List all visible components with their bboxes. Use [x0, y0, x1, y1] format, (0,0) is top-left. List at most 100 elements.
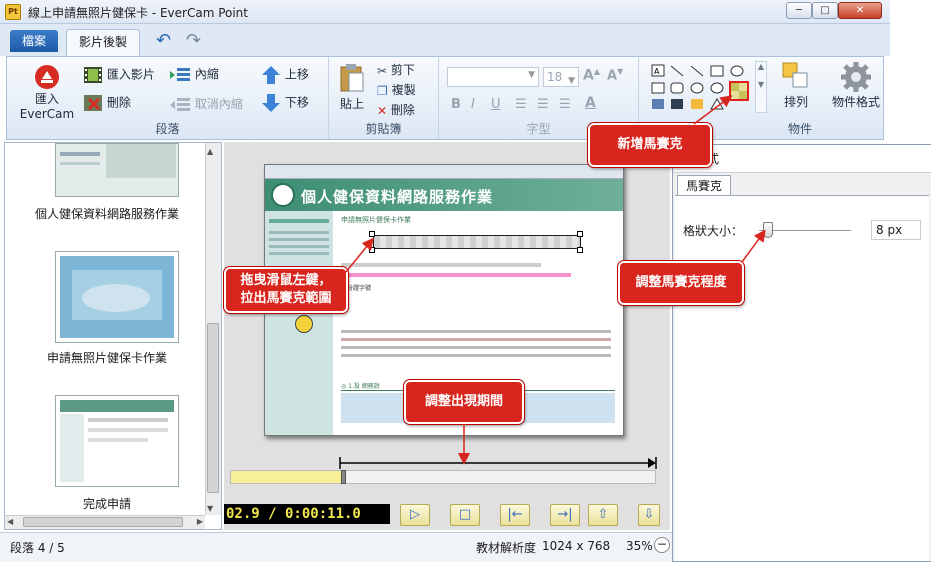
grow-font-icon[interactable]: A▲ [583, 67, 600, 84]
scroll-thumb[interactable] [207, 323, 219, 493]
callout-drag-mouse-line1: 拖曳滑鼠左鍵， [240, 273, 332, 288]
italic-button[interactable]: I [471, 97, 475, 112]
segment-indicator: 段落 4 / 5 [10, 541, 65, 555]
indent-button[interactable]: 內縮 [169, 65, 219, 83]
underline-button[interactable]: U [491, 97, 501, 112]
list-item-thumbnail[interactable] [55, 395, 179, 487]
delete-x-icon: ✕ [377, 103, 388, 118]
timeline-playhead[interactable] [341, 470, 346, 484]
status-bar: 段落 4 / 5 教材解析度 1024 x 768 35% − [0, 532, 672, 562]
indent-label: 內縮 [194, 67, 219, 81]
resize-handle[interactable] [369, 247, 375, 253]
scroll-left-icon[interactable]: ◀ [7, 517, 13, 526]
font-size-chevron-icon: ▼ [568, 76, 575, 86]
thumbnail-vertical-scrollbar[interactable]: ▲ ▼ [205, 143, 221, 515]
play-icon: ▷ [410, 507, 420, 522]
hscroll-thumb[interactable] [23, 517, 183, 527]
slide-text-block [341, 325, 611, 375]
tab-file[interactable]: 檔案 [10, 30, 58, 52]
mosaic-tool-button[interactable] [729, 81, 749, 101]
object-format-button[interactable]: 物件格式 [831, 61, 881, 110]
align-right-icon[interactable]: ☰ [559, 97, 571, 112]
window-title: 線上申請無照片健保卡 - EverCam Point [28, 6, 248, 20]
gear-icon [841, 62, 871, 92]
list-item-thumbnail[interactable] [55, 251, 179, 343]
callout-drag-mouse: 拖曳滑鼠左鍵， 拉出馬賽克範圍 [224, 267, 348, 313]
slide-heading: 個人健保資料網路服務作業 [301, 188, 494, 206]
stop-icon: □ [458, 507, 472, 522]
resize-handle[interactable] [369, 231, 375, 237]
clipboard-delete-button[interactable]: ✕ 刪除 [377, 101, 415, 118]
minimize-button[interactable]: ─ [786, 2, 812, 19]
import-evercam-button[interactable]: 匯入 EverCam [19, 63, 75, 121]
delete-film-icon [84, 95, 102, 111]
import-video-button[interactable]: 匯入影片 [83, 65, 155, 85]
undo-icon[interactable]: ↶ [156, 30, 171, 51]
move-down-control[interactable]: ⇩ [638, 504, 660, 526]
tab-mosaic[interactable]: 馬賽克 [677, 175, 731, 196]
list-item-label[interactable]: 申請無照片健保卡作業 [5, 349, 209, 366]
list-item-label[interactable]: 個人健保資料網路服務作業 [5, 205, 209, 222]
delete-paragraph-label: 刪除 [106, 95, 131, 110]
close-button[interactable]: ✕ [838, 2, 882, 19]
import-evercam-label2: EverCam [19, 107, 75, 121]
shape-size-value-field[interactable]: 8 px [871, 220, 921, 240]
play-button[interactable]: ▷ [400, 504, 430, 526]
delete-paragraph-button[interactable]: 刪除 [83, 93, 131, 113]
thumbnail-image [56, 396, 178, 486]
chevron-down-icon: ▼ [528, 70, 535, 80]
scroll-up-icon[interactable]: ▲ [207, 147, 213, 156]
shape-size-slider-thumb[interactable] [763, 222, 774, 238]
tab-video-post[interactable]: 影片後製 [66, 29, 140, 56]
shrink-font-icon[interactable]: A▼ [607, 67, 623, 83]
scroll-right-icon[interactable]: ▶ [197, 517, 203, 526]
align-center-icon[interactable]: ☰ [537, 97, 549, 112]
arrange-button[interactable]: 排列 [779, 61, 813, 110]
import-evercam-label1: 匯入 [34, 92, 59, 106]
thumbnail-horizontal-scrollbar[interactable]: ◀ ▶ [5, 515, 205, 529]
move-down-button[interactable]: 下移 [261, 93, 309, 113]
go-end-button[interactable]: →| [550, 504, 580, 526]
bold-button[interactable]: B [451, 97, 461, 112]
scroll-down-icon[interactable]: ▼ [207, 504, 213, 513]
ribbon-tab-bar: 檔案 影片後製 ↶ ↷ [0, 24, 890, 56]
list-item-thumbnail[interactable] [55, 143, 179, 197]
copy-label: 複製 [391, 83, 416, 97]
cut-button[interactable]: ✂ 剪下 [377, 61, 415, 78]
outdent-icon [170, 97, 190, 111]
mouse-cursor-icon [295, 315, 313, 333]
mosaic-region[interactable] [373, 235, 581, 249]
font-color-icon[interactable]: A [585, 95, 596, 111]
move-up-button[interactable]: 上移 [261, 65, 309, 85]
app-logo: Pt [5, 4, 21, 20]
arrow-down-icon [262, 94, 280, 112]
move-up-control[interactable]: ⇧ [588, 504, 618, 526]
stop-button[interactable]: □ [450, 504, 480, 526]
resize-handle[interactable] [577, 247, 583, 253]
copy-button[interactable]: ❐ 複製 [377, 81, 416, 98]
zoom-out-icon[interactable]: − [654, 537, 670, 553]
move-down-label: 下移 [284, 95, 309, 110]
maximize-button[interactable]: □ [812, 2, 838, 19]
shape-gallery-scroll[interactable]: ▲ ▼ [755, 61, 767, 113]
timeline-progress [231, 471, 343, 483]
cancel-indent-button[interactable]: 取消內縮 [169, 95, 243, 113]
resize-handle[interactable] [577, 231, 583, 237]
go-start-button[interactable]: |← [500, 504, 530, 526]
list-item-label[interactable]: 完成申請 [5, 495, 209, 512]
timeline-track[interactable] [230, 470, 656, 484]
font-size-select[interactable]: 18 ▼ [543, 67, 579, 87]
group-objects-label: 物件 [787, 122, 812, 136]
period-range-marker[interactable] [336, 456, 662, 470]
slide-field-label: 身份證字號 [341, 285, 372, 292]
font-name-select[interactable]: ▼ [447, 67, 539, 87]
object-format-dialog: 式 馬賽克 格狀大小： 8 px [672, 144, 931, 562]
paste-button[interactable]: 貼上 [337, 63, 367, 112]
go-start-icon: |← [507, 507, 523, 522]
callout-drag-mouse-line2: 拉出馬賽克範圍 [240, 291, 332, 306]
title-bar: Pt 線上申請無照片健保卡 - EverCam Point ─ □ ✕ [0, 0, 890, 24]
redo-icon[interactable]: ↷ [186, 30, 201, 51]
align-left-icon[interactable]: ☰ [515, 97, 527, 112]
arrange-label: 排列 [783, 95, 808, 109]
move-up-label: 上移 [284, 67, 309, 82]
